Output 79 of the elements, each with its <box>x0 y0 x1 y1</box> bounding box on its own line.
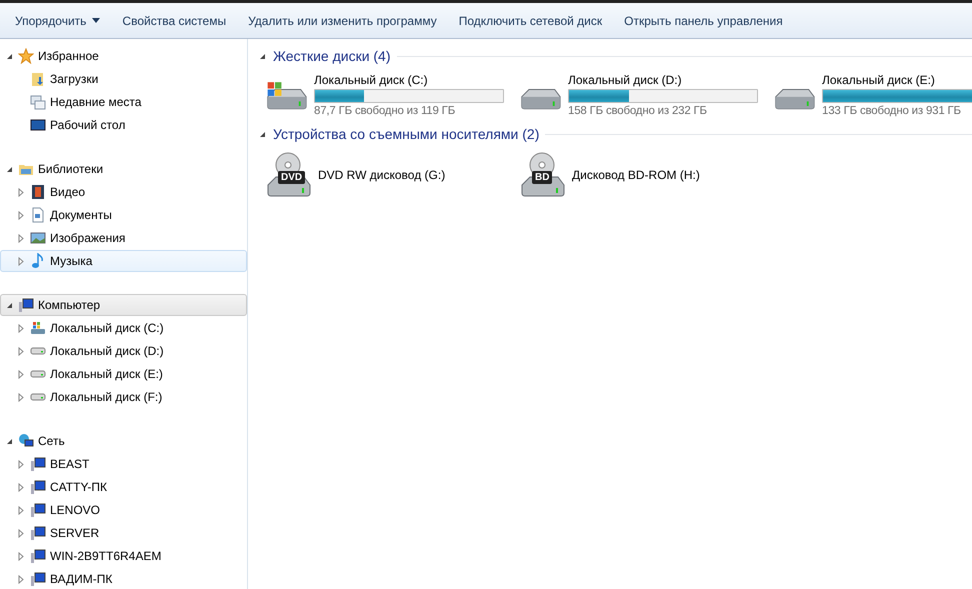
disc-type-label: BD <box>532 171 552 184</box>
drive-icon <box>30 347 46 355</box>
nav-group[interactable]: Избранное <box>0 45 247 67</box>
expand-arrow-icon[interactable] <box>17 574 26 584</box>
nav-item[interactable]: Документы <box>0 204 247 226</box>
expand-arrow-icon[interactable] <box>17 234 26 242</box>
drive-name[interactable]: Локальный диск (D:) <box>568 73 758 87</box>
nav-item[interactable]: CATTY-ПК <box>0 476 247 498</box>
computer-icon <box>30 479 46 495</box>
nav-item[interactable]: SERVER <box>0 522 247 544</box>
collapse-arrow-icon[interactable] <box>258 52 267 60</box>
document-icon <box>30 207 46 223</box>
computer-icon <box>30 571 46 587</box>
nav-item[interactable]: Рабочий стол <box>0 114 247 136</box>
expand-arrow-icon[interactable] <box>17 324 26 332</box>
nav-item[interactable]: Изображения <box>0 227 247 249</box>
computer-icon <box>30 525 46 541</box>
expand-arrow-icon[interactable] <box>17 552 26 560</box>
drive-name[interactable]: Локальный диск (C:) <box>314 73 504 87</box>
expand-arrow-icon[interactable] <box>17 370 26 378</box>
toolbar-button[interactable]: Открыть панель управления <box>615 10 792 32</box>
expand-arrow-icon[interactable] <box>17 210 26 220</box>
network-icon <box>18 433 34 449</box>
desktop-icon <box>30 117 46 133</box>
expand-arrow-icon[interactable] <box>17 506 26 514</box>
nav-item[interactable]: ВАДИМ-ПК <box>0 568 247 589</box>
picture-icon <box>30 230 46 246</box>
nav-item[interactable]: BEAST <box>0 453 247 475</box>
expand-arrow-icon[interactable] <box>17 346 26 356</box>
drive-name[interactable]: Локальный диск (E:) <box>822 73 972 87</box>
drive-icon <box>30 370 46 378</box>
nav-item[interactable]: Загрузки <box>0 68 247 90</box>
collapse-arrow-icon[interactable] <box>258 130 267 138</box>
expand-arrow-icon[interactable] <box>17 482 26 492</box>
free-space-text: 158 ГБ свободно из 232 ГБ <box>568 105 708 117</box>
recent-places-icon <box>30 94 46 110</box>
nav-item[interactable]: Локальный диск (C:) <box>0 317 247 339</box>
expand-arrow-icon[interactable] <box>17 256 26 266</box>
expand-arrow-icon[interactable] <box>17 460 26 468</box>
toolbar-button[interactable]: Удалить или изменить программу <box>239 10 446 32</box>
nav-item[interactable]: LENOVO <box>0 499 247 521</box>
computer-icon <box>30 502 46 518</box>
drive-icon <box>30 393 46 401</box>
toolbar-button[interactable]: Свойства системы <box>113 10 236 32</box>
computer-icon <box>30 548 46 564</box>
computer-icon <box>30 456 46 472</box>
collapse-arrow-icon[interactable] <box>5 52 14 60</box>
nav-item[interactable]: Видео <box>0 181 247 203</box>
toolbar-button[interactable]: Упорядочить <box>6 10 110 32</box>
expand-arrow-icon[interactable] <box>17 528 26 538</box>
expand-arrow-icon[interactable] <box>17 392 26 402</box>
expand-arrow-icon[interactable] <box>17 188 26 196</box>
system-drive-icon <box>30 320 46 336</box>
film-icon <box>30 184 46 200</box>
section-title: Жесткие диски (4) <box>273 48 391 64</box>
star-icon <box>18 48 34 64</box>
drive-name[interactable]: Дисковод BD-ROM (H:) <box>572 168 700 182</box>
nav-group[interactable]: Сеть <box>0 430 247 452</box>
caret-icon <box>92 18 100 23</box>
nav-group[interactable]: Библиотеки <box>0 158 247 180</box>
collapse-arrow-icon[interactable] <box>5 436 14 446</box>
music-note-icon <box>30 253 46 269</box>
folder-download-icon <box>30 71 46 87</box>
nav-group[interactable]: Компьютер <box>0 294 247 316</box>
computer-icon <box>18 297 34 313</box>
nav-item[interactable]: Локальный диск (E:) <box>0 363 247 385</box>
nav-item[interactable]: Музыка <box>0 250 247 272</box>
collapse-arrow-icon[interactable] <box>5 164 14 174</box>
nav-item[interactable]: Локальный диск (D:) <box>0 340 247 362</box>
drive-name[interactable]: DVD RW дисковод (G:) <box>318 168 446 182</box>
free-space-text: 133 ГБ свободно из 931 ГБ <box>822 105 962 117</box>
collapse-arrow-icon[interactable] <box>5 300 14 310</box>
nav-item[interactable]: WIN-2B9TT6R4AEM <box>0 545 247 567</box>
nav-item[interactable]: Локальный диск (F:) <box>0 386 247 408</box>
nav-item[interactable]: Недавние места <box>0 91 247 113</box>
section-title: Устройства со съемными носителями (2) <box>273 126 540 142</box>
toolbar-button[interactable]: Подключить сетевой диск <box>450 10 612 32</box>
disc-type-label: DVD <box>278 171 306 184</box>
free-space-text: 87,7 ГБ свободно из 119 ГБ <box>314 105 456 117</box>
